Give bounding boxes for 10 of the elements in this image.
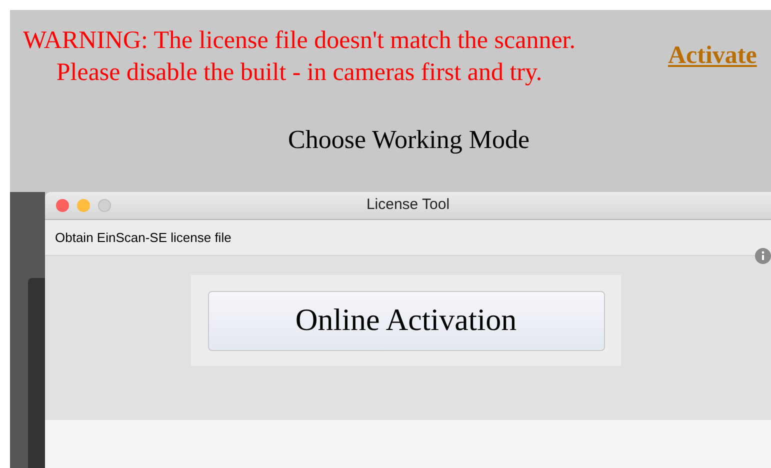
- window-subtitle: Obtain EinScan-SE license file: [55, 228, 232, 247]
- close-icon[interactable]: [56, 199, 69, 212]
- window-title: License Tool: [366, 195, 450, 216]
- warning-text: WARNING: The license file doesn't match the scanner.: [23, 26, 576, 56]
- online-activation-button[interactable]: Online Activation: [208, 290, 604, 350]
- zoom-icon[interactable]: [98, 199, 111, 212]
- heading: Choose Working Mode: [288, 124, 530, 156]
- info-icon[interactable]: [755, 248, 771, 264]
- warning-text: Please disable the built - in cameras first and try.: [56, 58, 542, 88]
- minimize-icon[interactable]: [77, 199, 90, 212]
